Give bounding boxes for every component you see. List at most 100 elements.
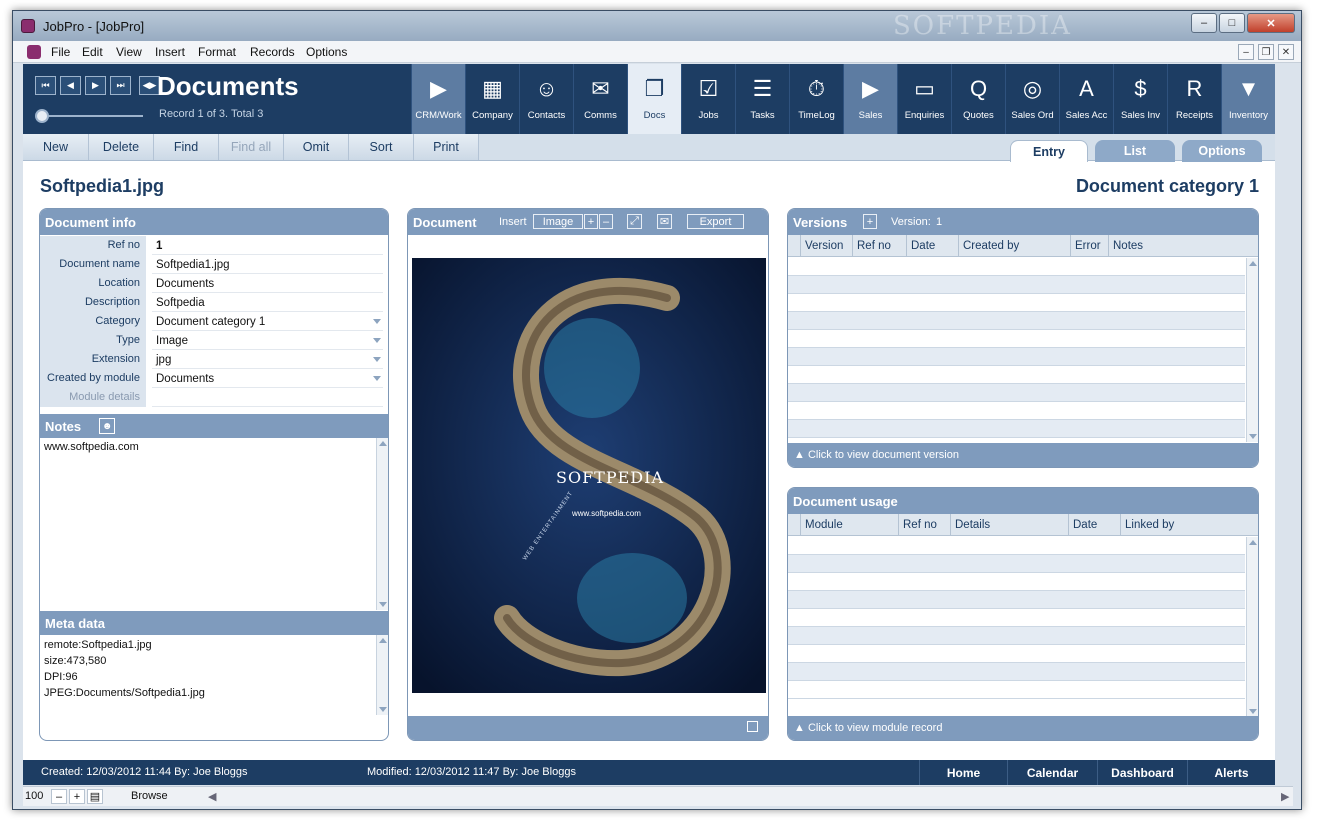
table-row[interactable] bbox=[788, 384, 1245, 402]
add-version-icon[interactable]: + bbox=[863, 214, 877, 229]
last-record-button[interactable]: ⏭ bbox=[110, 76, 131, 95]
column-header[interactable]: Error bbox=[1070, 235, 1108, 257]
dashboard-button[interactable]: Dashboard bbox=[1097, 760, 1187, 785]
email-icon[interactable]: ✉ bbox=[657, 214, 672, 229]
record-slider-handle[interactable] bbox=[35, 109, 49, 123]
scroll-down-icon[interactable] bbox=[1249, 709, 1257, 714]
column-header[interactable]: Ref no bbox=[898, 514, 950, 536]
delete-button[interactable]: Delete bbox=[89, 134, 154, 160]
ref-no-value[interactable]: 1 bbox=[152, 237, 383, 255]
module-enquiries[interactable]: ▭ Enquiries bbox=[897, 64, 951, 134]
column-header[interactable]: Details bbox=[950, 514, 1068, 536]
scroll-down-icon[interactable] bbox=[379, 707, 387, 712]
location-input[interactable]: Documents bbox=[152, 275, 383, 293]
scroll-up-icon[interactable] bbox=[1249, 261, 1257, 266]
table-row[interactable] bbox=[788, 294, 1245, 312]
column-header[interactable]: Linked by bbox=[1120, 514, 1232, 536]
chevron-down-icon[interactable] bbox=[373, 318, 381, 324]
mdi-close-button[interactable]: ✕ bbox=[1278, 44, 1294, 60]
table-row[interactable] bbox=[788, 330, 1245, 348]
created-by-module-select[interactable]: Documents bbox=[152, 370, 383, 388]
expand-icon[interactable]: ⤢ bbox=[627, 214, 642, 229]
table-row[interactable] bbox=[788, 312, 1245, 330]
scroll-up-icon[interactable] bbox=[379, 441, 387, 446]
calendar-button[interactable]: Calendar bbox=[1007, 760, 1097, 785]
maximize-button[interactable]: □ bbox=[1219, 13, 1245, 33]
module-contacts[interactable]: ☺ Contacts bbox=[519, 64, 573, 134]
mdi-restore-button[interactable]: ❐ bbox=[1258, 44, 1274, 60]
table-row[interactable] bbox=[788, 366, 1245, 384]
column-header[interactable]: Ref no bbox=[852, 235, 906, 257]
module-sales-inv[interactable]: $ Sales Inv bbox=[1113, 64, 1167, 134]
module-inventory[interactable]: ▼ Inventory bbox=[1221, 64, 1275, 134]
minimize-button[interactable]: – bbox=[1191, 13, 1217, 33]
chevron-down-icon[interactable] bbox=[373, 337, 381, 343]
scroll-up-icon[interactable] bbox=[1249, 540, 1257, 545]
export-button[interactable]: Export bbox=[687, 214, 744, 229]
image-select[interactable]: Image bbox=[533, 214, 583, 229]
table-row[interactable] bbox=[788, 258, 1245, 276]
module-comms[interactable]: ✉ Comms bbox=[573, 64, 627, 134]
tab-list[interactable]: List bbox=[1095, 140, 1175, 162]
add-icon[interactable]: + bbox=[584, 214, 598, 229]
menu-format[interactable]: Format bbox=[198, 45, 236, 59]
table-row[interactable] bbox=[788, 591, 1245, 609]
document-image[interactable]: SOFTPEDIA www.softpedia.com WEB ENTERTAI… bbox=[412, 258, 766, 693]
extension-select[interactable]: jpg bbox=[152, 351, 383, 369]
type-select[interactable]: Image bbox=[152, 332, 383, 350]
close-button[interactable]: ✕ bbox=[1247, 13, 1295, 33]
scroll-down-icon[interactable] bbox=[1249, 434, 1257, 439]
next-record-button[interactable]: ▶ bbox=[85, 76, 106, 95]
module-sales-acc[interactable]: A Sales Acc bbox=[1059, 64, 1113, 134]
module-jobs[interactable]: ☑ Jobs bbox=[681, 64, 735, 134]
module-docs[interactable]: ❐ Docs bbox=[627, 64, 681, 134]
zoom-in-icon[interactable]: + bbox=[69, 789, 85, 804]
table-row[interactable] bbox=[788, 348, 1245, 366]
find-button[interactable]: Find bbox=[154, 134, 219, 160]
column-header[interactable]: Version bbox=[800, 235, 852, 257]
sort-button[interactable]: Sort bbox=[349, 134, 414, 160]
mdi-minimize-button[interactable]: – bbox=[1238, 44, 1254, 60]
toggle-status-icon[interactable]: ▤ bbox=[87, 789, 103, 804]
scroll-down-icon[interactable] bbox=[379, 602, 387, 607]
tab-options[interactable]: Options bbox=[1182, 140, 1262, 162]
scroll-left-icon[interactable]: ◀ bbox=[208, 790, 216, 803]
record-slider[interactable] bbox=[39, 115, 143, 117]
notes-scrollbar[interactable] bbox=[376, 438, 388, 610]
document-name-input[interactable]: Softpedia1.jpg bbox=[152, 256, 383, 274]
print-button[interactable]: Print bbox=[414, 134, 479, 160]
tab-entry[interactable]: Entry bbox=[1010, 140, 1088, 162]
usage-footer[interactable]: ▲ Click to view module record bbox=[788, 716, 1258, 740]
module-timelog[interactable]: ⏱ TimeLog bbox=[789, 64, 843, 134]
zoom-out-icon[interactable]: – bbox=[51, 789, 67, 804]
category-select[interactable]: Document category 1 bbox=[152, 313, 383, 331]
usage-scrollbar[interactable] bbox=[1246, 537, 1258, 717]
table-row[interactable] bbox=[788, 681, 1245, 699]
module-tasks[interactable]: ☰ Tasks bbox=[735, 64, 789, 134]
table-row[interactable] bbox=[788, 276, 1245, 294]
menu-options[interactable]: Options bbox=[306, 45, 347, 59]
column-header[interactable]: Date bbox=[906, 235, 958, 257]
module-sales-ord[interactable]: ◎ Sales Ord bbox=[1005, 64, 1059, 134]
menu-file[interactable]: File bbox=[51, 45, 70, 59]
menu-view[interactable]: View bbox=[116, 45, 142, 59]
first-record-button[interactable]: ⏮ bbox=[35, 76, 56, 95]
module-company[interactable]: ▦ Company bbox=[465, 64, 519, 134]
module-receipts[interactable]: R Receipts bbox=[1167, 64, 1221, 134]
checkbox-icon[interactable] bbox=[747, 721, 758, 732]
column-header[interactable]: Notes bbox=[1108, 235, 1232, 257]
table-row[interactable] bbox=[788, 555, 1245, 573]
versions-footer[interactable]: ▲ Click to view document version bbox=[788, 443, 1258, 467]
table-row[interactable] bbox=[788, 537, 1245, 555]
meta-scrollbar[interactable] bbox=[376, 635, 388, 715]
table-row[interactable] bbox=[788, 645, 1245, 663]
table-row[interactable] bbox=[788, 402, 1245, 420]
chevron-down-icon[interactable] bbox=[373, 375, 381, 381]
chevron-down-icon[interactable] bbox=[373, 356, 381, 362]
column-header[interactable]: Created by bbox=[958, 235, 1070, 257]
column-header[interactable]: Module bbox=[800, 514, 898, 536]
menu-edit[interactable]: Edit bbox=[82, 45, 103, 59]
home-button[interactable]: Home bbox=[919, 760, 1007, 785]
find-all-button[interactable]: Find all bbox=[219, 134, 284, 160]
previous-record-button[interactable]: ◀ bbox=[60, 76, 81, 95]
